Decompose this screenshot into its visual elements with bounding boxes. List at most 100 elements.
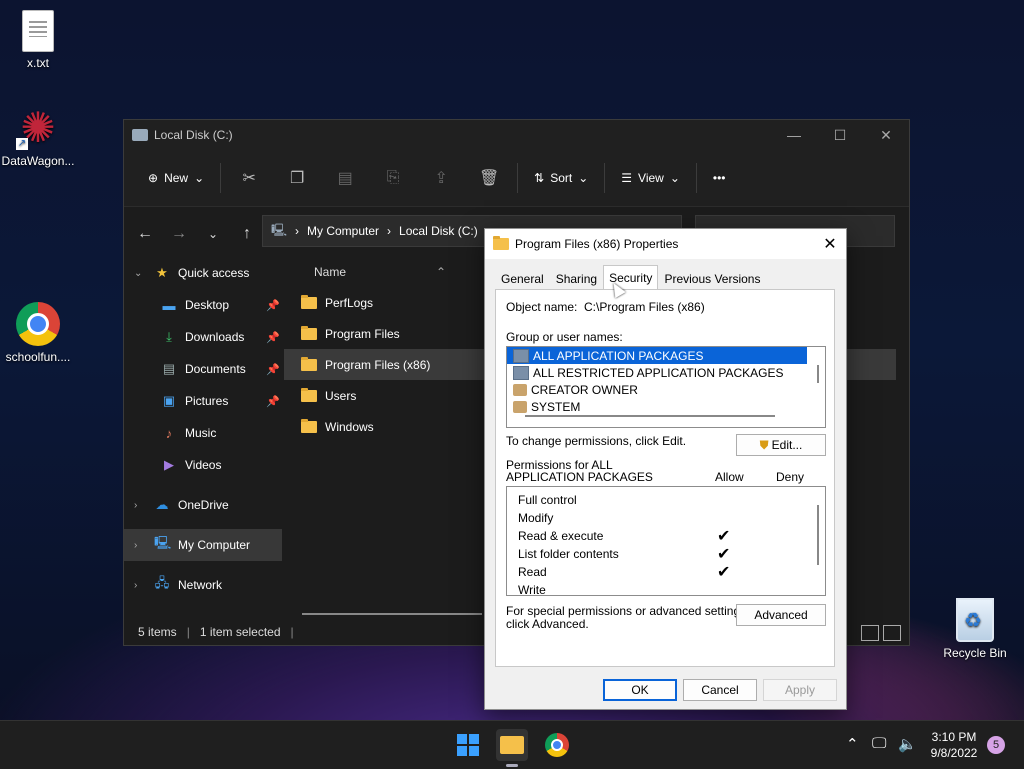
maximize-icon[interactable]: ☐ xyxy=(817,127,863,144)
permission-name: List folder contents xyxy=(518,547,619,561)
chrome-icon xyxy=(16,302,60,346)
paste-icon[interactable]: ▤ xyxy=(321,162,369,194)
sidebar-item-downloads[interactable]: ⤓ Downloads 📌 xyxy=(124,321,282,353)
breadcrumb-local-disk[interactable]: Local Disk (C:) xyxy=(399,224,478,238)
file-explorer-icon xyxy=(500,736,524,754)
group-name: SYSTEM xyxy=(531,399,581,414)
explorer-titlebar[interactable]: Local Disk (C:) — ☐ ✕ xyxy=(124,120,909,150)
deny-column-header: Deny xyxy=(776,470,805,484)
sidebar-item-pictures[interactable]: ▣ Pictures 📌 xyxy=(124,385,282,417)
rename-icon[interactable]: ⎘ xyxy=(369,162,417,194)
back-arrow-icon[interactable]: ← xyxy=(128,225,162,243)
close-icon[interactable]: ✕ xyxy=(863,127,909,144)
pin-icon[interactable]: 📌 xyxy=(266,331,280,344)
download-icon: ⤓ xyxy=(166,329,172,344)
toolbar-separator xyxy=(695,163,697,193)
permission-row: Modify xyxy=(507,509,825,527)
dialog-titlebar[interactable]: Program Files (x86) Properties ✕ xyxy=(485,229,846,259)
taskbar-file-explorer[interactable] xyxy=(496,729,528,767)
chevron-right-icon: › xyxy=(134,579,138,591)
sidebar-item-videos[interactable]: ▶ Videos xyxy=(124,449,282,481)
computer-icon: 🖳 xyxy=(154,535,172,550)
clock-time: 3:10 PM xyxy=(931,730,977,744)
sidebar-item-network[interactable]: › 🖧 Network xyxy=(124,569,282,601)
sidebar-item-quick-access[interactable]: ⌄ ★ Quick access xyxy=(124,257,282,289)
ok-button[interactable]: OK xyxy=(603,679,677,701)
shortcut-arrow-icon: ↗ xyxy=(16,138,28,150)
toolbar-separator xyxy=(517,163,519,193)
view-icon: ☰ xyxy=(621,171,633,185)
breadcrumb-separator-icon: › xyxy=(295,224,300,238)
up-arrow-icon[interactable]: ↑ xyxy=(230,225,264,243)
clock[interactable]: 3:10 PM 9/8/2022 xyxy=(918,729,990,761)
allow-column-header: Allow xyxy=(715,470,744,484)
share-icon[interactable]: ⇪ xyxy=(417,162,465,194)
sort-label: Sort xyxy=(550,171,573,185)
sidebar-item-desktop[interactable]: ▬ Desktop 📌 xyxy=(124,289,282,321)
desktop-icon-x-txt[interactable]: x.txt xyxy=(0,10,78,70)
group-user-list[interactable]: ALL APPLICATION PACKAGES ALL RESTRICTED … xyxy=(506,346,826,428)
new-button[interactable]: ⊕ New ⌄ xyxy=(136,162,216,194)
sidebar-item-onedrive[interactable]: › ☁ OneDrive xyxy=(124,489,282,521)
permission-row: Write xyxy=(507,581,825,595)
start-button[interactable] xyxy=(452,729,484,761)
permissions-list[interactable]: Full control Modify Read & execute ✔ List… xyxy=(506,486,826,596)
sidebar-item-documents[interactable]: ▤ Documents 📌 xyxy=(124,353,282,385)
cut-icon[interactable]: ✂ xyxy=(225,162,273,194)
permissions-for-label-line2: APPLICATION PACKAGES xyxy=(506,470,653,484)
cancel-button[interactable]: Cancel xyxy=(683,679,757,701)
sidebar-item-my-computer[interactable]: › 🖳 My Computer xyxy=(124,529,282,561)
edit-label: Edit... xyxy=(771,438,803,452)
desktop-icon-datawagon[interactable]: ✺ ↗ DataWagon... xyxy=(0,106,78,169)
pin-icon[interactable]: 📌 xyxy=(266,299,280,312)
sidebar-item-label: My Computer xyxy=(178,538,251,552)
chevron-up-icon[interactable]: ⌃ xyxy=(846,735,859,753)
delete-icon[interactable]: 🗑 xyxy=(465,162,513,194)
advanced-button[interactable]: Advanced xyxy=(736,604,826,626)
chevron-right-icon: › xyxy=(134,499,138,511)
group-row[interactable]: ALL APPLICATION PACKAGES xyxy=(507,347,807,364)
forward-arrow-icon[interactable]: → xyxy=(162,225,196,243)
more-icon: ••• xyxy=(712,171,726,185)
sort-button[interactable]: ⇅ Sort ⌄ xyxy=(522,162,600,194)
group-name: ALL APPLICATION PACKAGES xyxy=(533,348,704,363)
pin-icon[interactable]: 📌 xyxy=(266,395,280,408)
group-row[interactable]: SYSTEM xyxy=(507,398,825,415)
apply-button[interactable]: Apply xyxy=(763,679,837,701)
tiles-view-icon[interactable] xyxy=(883,625,901,641)
details-view-icon[interactable] xyxy=(861,625,879,641)
edit-button[interactable]: ⛊ Edit... xyxy=(736,434,826,456)
sidebar-item-music[interactable]: ♪ Music xyxy=(124,417,282,449)
desktop-icon-schoolfun[interactable]: schoolfun.... xyxy=(0,302,78,364)
desktop-icon-label: x.txt xyxy=(26,56,49,70)
horizontal-scrollbar[interactable] xyxy=(525,415,775,417)
volume-icon[interactable]: 🔈 xyxy=(898,735,917,753)
drive-icon xyxy=(132,129,148,141)
toolbar-separator xyxy=(220,163,222,193)
group-row[interactable]: ALL RESTRICTED APPLICATION PACKAGES xyxy=(507,364,825,381)
more-options-button[interactable]: ••• xyxy=(701,162,738,194)
minimize-icon[interactable]: — xyxy=(771,127,817,143)
permission-name: Modify xyxy=(518,511,554,525)
notification-badge[interactable]: 5 xyxy=(987,736,1005,754)
horizontal-scrollbar[interactable] xyxy=(302,613,482,615)
plus-icon: ⊕ xyxy=(148,171,159,185)
desktop-icon-recycle-bin[interactable]: Recycle Bin xyxy=(935,598,1015,660)
breadcrumb-my-computer[interactable]: My Computer xyxy=(307,224,379,238)
view-button[interactable]: ☰ View ⌄ xyxy=(609,162,692,194)
recent-locations-icon[interactable]: ⌄ xyxy=(196,227,230,241)
sidebar-item-label: Network xyxy=(178,578,223,592)
copy-icon[interactable]: ❐ xyxy=(273,162,321,194)
taskbar-chrome[interactable] xyxy=(541,729,573,761)
computer-icon: 🖳 xyxy=(271,222,288,237)
allow-check-icon: ✔ xyxy=(717,564,731,581)
active-indicator xyxy=(506,764,518,767)
close-icon[interactable]: ✕ xyxy=(814,234,846,254)
change-permissions-text: To change permissions, click Edit. xyxy=(506,434,687,448)
vertical-scrollbar[interactable] xyxy=(817,365,819,383)
group-row[interactable]: CREATOR OWNER xyxy=(507,381,825,398)
pin-icon[interactable]: 📌 xyxy=(266,363,280,376)
vertical-scrollbar[interactable] xyxy=(817,505,819,565)
documents-icon: ▤ xyxy=(162,361,176,376)
network-status-icon[interactable]: 🖵 xyxy=(872,735,886,752)
